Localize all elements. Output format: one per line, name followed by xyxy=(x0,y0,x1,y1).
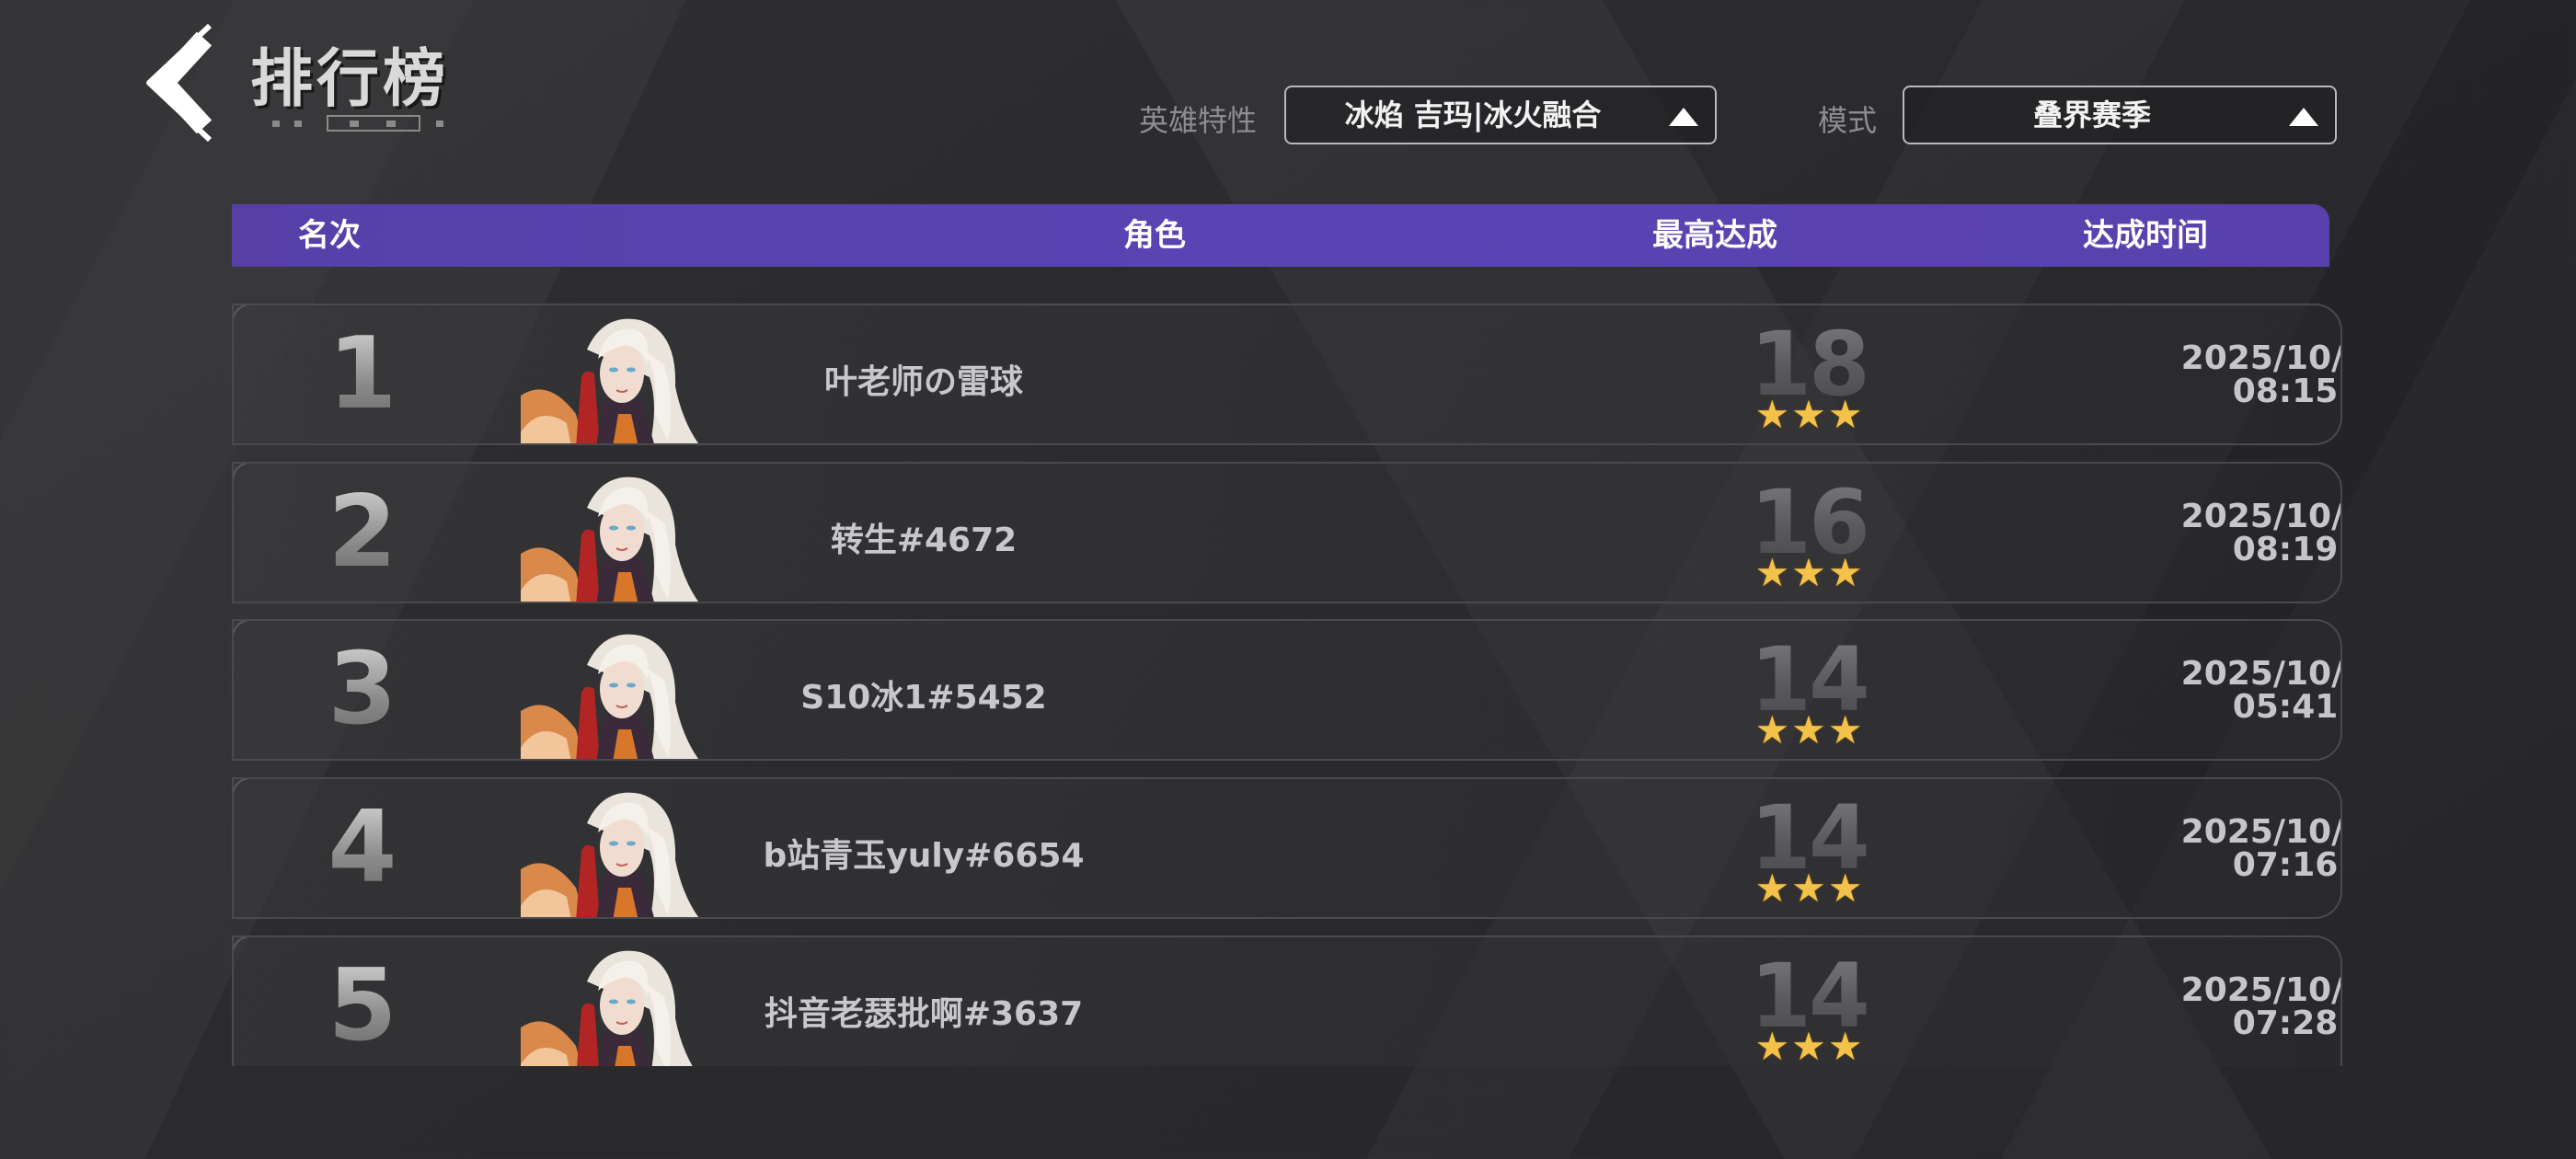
back-button[interactable] xyxy=(136,18,224,147)
column-header-time: 达成时间 xyxy=(2083,217,2208,254)
achieved-time: 2025/10/12 08:15 xyxy=(2055,339,2342,410)
rank-number: 1 xyxy=(298,324,427,425)
star-icon: ★ xyxy=(1791,1024,1826,1066)
star-rating: ★★★ xyxy=(1659,1027,1959,1066)
title-decoration xyxy=(272,115,443,132)
achieved-time: 2025/10/12 07:28 xyxy=(2055,971,2342,1042)
achieved-clock-text: 07:28 xyxy=(2232,1004,2339,1042)
star-icon: ★ xyxy=(1791,392,1826,437)
player-name: 抖音老瑟批啊#3637 xyxy=(764,995,1084,1033)
achieved-time: 2025/10/12 08:19 xyxy=(2055,498,2342,568)
table-row[interactable]: 5 抖音老瑟批啊#3637 14 ★★★ 2025/10/12 07: xyxy=(232,935,2342,1066)
star-icon: ★ xyxy=(1827,392,1863,437)
column-header-character: 角色 xyxy=(1123,217,1186,254)
table-row[interactable]: 2 转生#4672 16 ★★★ 2025/10/12 08:19 xyxy=(232,462,2342,603)
star-rating: ★★★ xyxy=(1659,396,1959,434)
triangle-up-icon xyxy=(2289,108,2318,126)
column-header-best: 最高达成 xyxy=(1652,217,1777,254)
achieved-time: 2025/10/12 05:41 xyxy=(2055,655,2342,726)
star-icon: ★ xyxy=(1827,707,1863,752)
star-icon: ★ xyxy=(1827,550,1863,595)
star-icon: ★ xyxy=(1827,866,1863,911)
star-icon: ★ xyxy=(1827,1024,1863,1066)
hero-trait-label: 英雄特性 xyxy=(1139,103,1258,138)
player-name: b站青玉yuly#6654 xyxy=(763,837,1085,875)
star-rating: ★★★ xyxy=(1659,554,1959,592)
table-row[interactable]: 3 S10冰1#5452 14 ★★★ 2025/10/12 05:4 xyxy=(232,619,2342,761)
table-row[interactable]: 1 叶老师の雷球 18 ★★★ 2025/10/12 08:15 xyxy=(232,304,2342,445)
star-icon: ★ xyxy=(1754,707,1790,752)
player-name: S10冰1#5452 xyxy=(800,679,1047,717)
player-name: 叶老师の雷球 xyxy=(823,363,1023,401)
mode-value: 叠界赛季 xyxy=(2032,98,2151,132)
star-icon: ★ xyxy=(1791,866,1826,911)
triangle-up-icon xyxy=(1669,108,1698,126)
achieved-date-text: 2025/10/12 xyxy=(2180,813,2342,851)
achieved-date-text: 2025/10/12 xyxy=(2180,971,2342,1009)
rank-number: 5 xyxy=(298,956,427,1057)
table-row[interactable]: 4 b站青玉yuly#6654 14 ★★★ 2025/10/12 0 xyxy=(232,777,2342,919)
achieved-time: 2025/10/12 07:16 xyxy=(2055,813,2342,884)
player-name: 转生#4672 xyxy=(830,522,1018,559)
star-icon: ★ xyxy=(1754,392,1790,437)
achieved-clock-text: 08:19 xyxy=(2232,531,2339,568)
star-rating: ★★★ xyxy=(1659,869,1959,908)
achieved-clock-text: 07:16 xyxy=(2232,846,2339,884)
chevron-left-icon xyxy=(146,23,213,143)
star-icon: ★ xyxy=(1754,866,1790,911)
achieved-clock-text: 08:15 xyxy=(2232,373,2339,410)
achieved-clock-text: 05:41 xyxy=(2232,688,2339,726)
rank-number: 4 xyxy=(298,798,427,899)
star-icon: ★ xyxy=(1754,550,1790,595)
page-title: 排行榜 xyxy=(250,43,450,116)
hero-trait-value: 冰焰 吉玛|冰火融合 xyxy=(1344,98,1602,132)
star-icon: ★ xyxy=(1791,550,1826,595)
mode-label: 模式 xyxy=(1818,103,1878,138)
star-icon: ★ xyxy=(1754,1024,1790,1066)
column-header-rank: 名次 xyxy=(298,217,361,254)
table-header: 名次 角色 最高达成 达成时间 xyxy=(232,204,2329,267)
star-rating: ★★★ xyxy=(1659,711,1959,750)
mode-dropdown[interactable]: 叠界赛季 xyxy=(1903,86,2337,144)
rank-number: 3 xyxy=(298,639,427,740)
achieved-date-text: 2025/10/12 xyxy=(2180,339,2342,377)
star-icon: ★ xyxy=(1791,707,1826,752)
achieved-date-text: 2025/10/12 xyxy=(2180,655,2342,693)
achieved-date-text: 2025/10/12 xyxy=(2180,498,2342,535)
rank-number: 2 xyxy=(298,482,427,583)
hero-trait-dropdown[interactable]: 冰焰 吉玛|冰火融合 xyxy=(1284,86,1717,144)
